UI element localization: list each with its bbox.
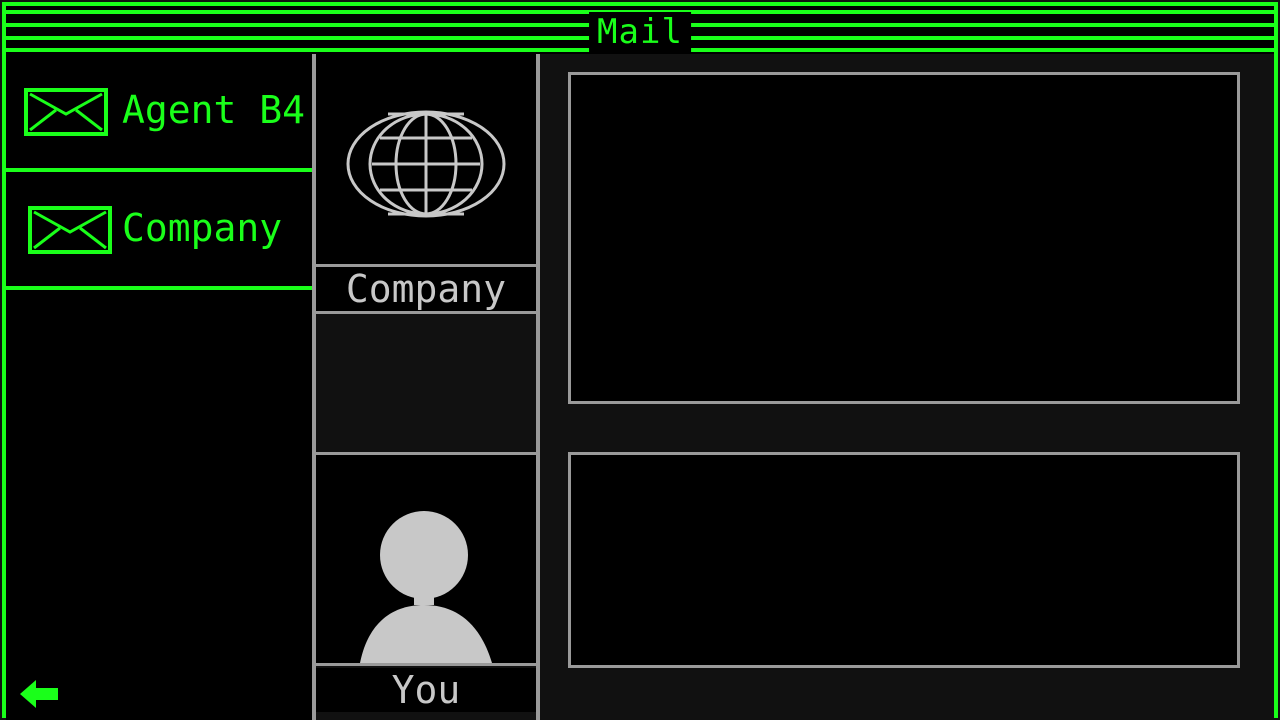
window-title: Mail bbox=[589, 12, 691, 52]
inbox-item-agent-b4[interactable]: Agent B4 bbox=[6, 54, 312, 172]
divider bbox=[316, 663, 536, 666]
person-silhouette-icon bbox=[360, 511, 492, 663]
inbox-item-label: Company bbox=[122, 206, 283, 250]
message-body[interactable] bbox=[568, 72, 1240, 404]
divider bbox=[316, 311, 536, 314]
envelope-icon bbox=[24, 88, 108, 136]
inbox-panel: Agent B4 Company bbox=[6, 54, 316, 720]
mail-window: Mail Agent B4 Company Company You bbox=[0, 0, 1280, 720]
recipient-avatar bbox=[316, 455, 536, 663]
sender-avatar bbox=[316, 54, 536, 264]
title-bar: Mail bbox=[6, 6, 1274, 54]
back-arrow-icon[interactable] bbox=[20, 678, 60, 710]
sender-panel: Company You bbox=[312, 54, 540, 720]
inbox-item-label: Agent B4 bbox=[122, 88, 306, 132]
inbox-item-company[interactable]: Company bbox=[6, 172, 312, 290]
envelope-icon bbox=[28, 206, 112, 254]
message-panel bbox=[540, 54, 1274, 720]
reply-box[interactable] bbox=[568, 452, 1240, 668]
recipient-name: You bbox=[316, 668, 536, 712]
divider bbox=[312, 54, 316, 720]
sender-name: Company bbox=[316, 267, 536, 311]
globe-icon bbox=[346, 110, 506, 218]
